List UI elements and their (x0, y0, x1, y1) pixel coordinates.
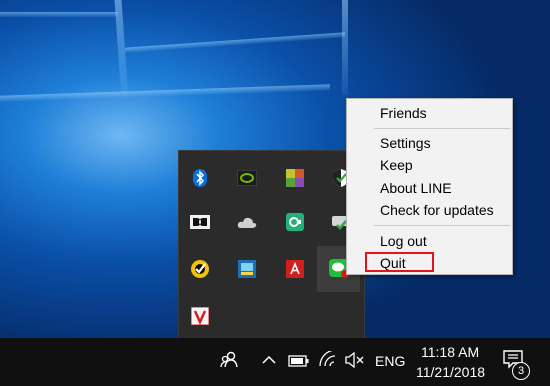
line-context-menu: Friends Settings Keep About LINE Check f… (346, 98, 513, 275)
clock-time[interactable]: 11:18 AM (421, 344, 479, 360)
volume-muted-icon[interactable] (344, 351, 364, 371)
wifi-icon[interactable] (318, 349, 338, 370)
light-beam (0, 12, 118, 17)
notification-count-badge: 3 (512, 362, 530, 380)
norton-icon[interactable] (189, 258, 211, 280)
menu-item-log-out[interactable]: Log out (347, 230, 512, 252)
bluetooth-icon[interactable] (189, 167, 211, 189)
quit-highlight-box (365, 252, 434, 272)
light-beam (0, 84, 330, 102)
light-beam (342, 0, 348, 95)
menu-item-check-for-updates[interactable]: Check for updates (347, 199, 512, 221)
adobe-acrobat-icon[interactable] (284, 258, 306, 280)
language-indicator[interactable]: ENG (375, 353, 405, 369)
menu-separator (374, 225, 510, 226)
menu-item-keep[interactable]: Keep (347, 154, 512, 176)
menu-item-about-line[interactable]: About LINE (347, 177, 512, 199)
dolby-icon[interactable] (189, 211, 211, 233)
green-sync-icon[interactable] (284, 211, 306, 233)
menu-item-settings[interactable]: Settings (347, 132, 512, 154)
menu-item-friends[interactable]: Friends (347, 102, 512, 124)
light-beam (125, 32, 345, 53)
battery-icon[interactable] (288, 354, 310, 370)
chevron-up-icon[interactable] (262, 353, 276, 369)
color-grid-icon[interactable] (284, 167, 306, 189)
clock-date[interactable]: 11/21/2018 (416, 364, 485, 380)
network-tool-icon[interactable] (236, 258, 258, 280)
people-icon[interactable] (220, 350, 240, 373)
menu-separator (374, 128, 510, 129)
nvidia-icon[interactable] (236, 167, 258, 189)
onedrive-icon[interactable] (236, 211, 258, 233)
v-app-icon[interactable] (189, 305, 211, 327)
